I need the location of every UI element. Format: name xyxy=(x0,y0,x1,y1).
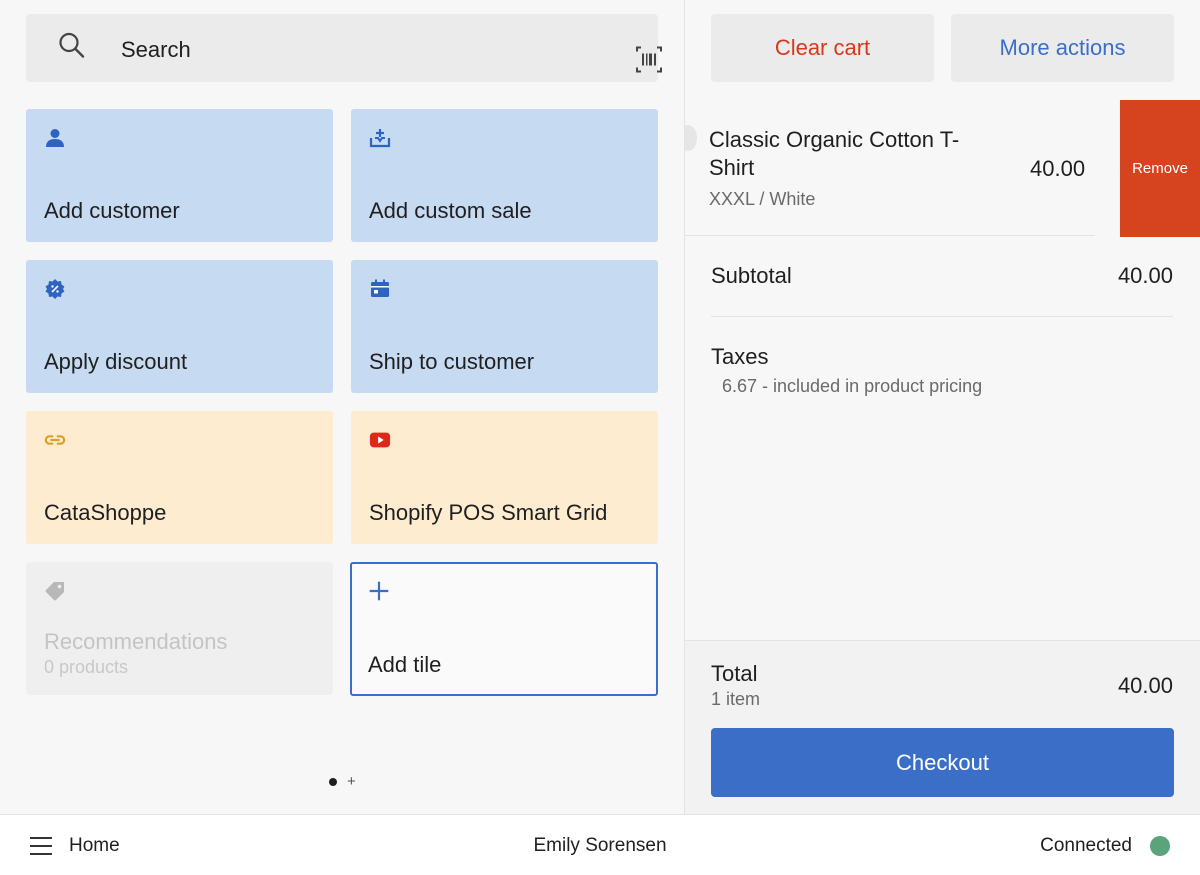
divider xyxy=(685,235,1095,236)
tile-label: Add custom sale xyxy=(369,198,532,223)
tile-label: Add customer xyxy=(44,198,180,223)
tile-label: Recommendations xyxy=(44,629,228,654)
link-icon xyxy=(44,429,66,451)
total-row: Total 40.00 xyxy=(711,661,1173,698)
subtotal-value: 40.00 xyxy=(1117,263,1173,288)
clear-cart-button[interactable]: Clear cart xyxy=(711,14,934,82)
smart-grid-pane: Search Add customer Add custom sale Appl… xyxy=(0,0,684,814)
taxes-row[interactable]: Taxes xyxy=(711,344,1173,370)
ship-calendar-icon xyxy=(369,278,391,300)
tag-icon xyxy=(44,580,66,602)
plus-icon xyxy=(368,580,390,602)
taxes-label: Taxes xyxy=(711,344,769,369)
page-indicator[interactable]: + xyxy=(329,774,356,789)
swipe-handle xyxy=(685,125,697,151)
taxes-detail: 6.67 - included in product pricing xyxy=(722,376,983,396)
connection-status-dot xyxy=(1150,836,1170,856)
page-dot-active[interactable] xyxy=(329,778,337,786)
add-customer-tile[interactable]: Add customer xyxy=(26,109,333,242)
tile-label: Add tile xyxy=(368,652,442,677)
smart-grid-video-tile[interactable]: Shopify POS Smart Grid xyxy=(351,411,658,544)
add-tile-button[interactable]: Add tile xyxy=(350,562,658,696)
search-label: Search xyxy=(121,37,191,62)
remove-item-button[interactable]: Remove xyxy=(1120,100,1200,237)
tile-label: Ship to customer xyxy=(369,349,535,374)
person-icon xyxy=(44,127,66,149)
tile-label: CataShoppe xyxy=(44,500,167,525)
search-icon xyxy=(58,32,86,65)
product-price: 40.00 xyxy=(1030,156,1086,181)
home-label[interactable]: Home xyxy=(69,835,120,857)
connection-status-label[interactable]: Connected xyxy=(1040,835,1132,857)
add-custom-sale-tile[interactable]: Add custom sale xyxy=(351,109,658,242)
add-custom-sale-icon xyxy=(369,127,391,149)
bottom-bar: Home Emily Sorensen Connected xyxy=(0,814,1200,875)
product-variant: XXXL / White xyxy=(709,189,816,209)
checkout-button[interactable]: Checkout xyxy=(711,728,1174,797)
tile-label: Shopify POS Smart Grid xyxy=(369,500,608,525)
subtotal-row: Subtotal 40.00 xyxy=(711,263,1173,289)
search-bar[interactable]: Search xyxy=(26,14,662,82)
more-actions-button[interactable]: More actions xyxy=(951,14,1174,82)
product-name: Classic Organic Cotton T-Shirt xyxy=(709,127,960,180)
checkout-area: Total 40.00 1 item Checkout xyxy=(685,640,1200,814)
tile-label: Apply discount xyxy=(44,349,188,374)
ship-to-customer-tile[interactable]: Ship to customer xyxy=(351,260,658,393)
discount-badge-icon xyxy=(44,278,66,300)
subtotal-label: Subtotal xyxy=(711,263,792,288)
cart-pane: Clear cart More actions Classic Organic … xyxy=(685,0,1200,814)
recommendations-tile: Recommendations 0 products xyxy=(26,562,333,695)
add-page-icon[interactable]: + xyxy=(347,774,356,789)
barcode-scan-icon[interactable] xyxy=(635,46,663,79)
staff-name[interactable]: Emily Sorensen xyxy=(533,835,666,857)
total-item-count: 1 item xyxy=(711,689,761,709)
catashoppe-tile[interactable]: CataShoppe xyxy=(26,411,333,544)
tile-sublabel: 0 products xyxy=(44,657,129,677)
youtube-play-icon xyxy=(369,429,391,451)
cart-line-item[interactable]: Classic Organic Cotton T-Shirt XXXL / Wh… xyxy=(685,100,1200,237)
hamburger-menu-icon[interactable] xyxy=(30,837,52,855)
total-label: Total xyxy=(711,661,758,686)
divider xyxy=(711,316,1173,317)
apply-discount-tile[interactable]: Apply discount xyxy=(26,260,333,393)
total-value: 40.00 xyxy=(1117,673,1173,698)
